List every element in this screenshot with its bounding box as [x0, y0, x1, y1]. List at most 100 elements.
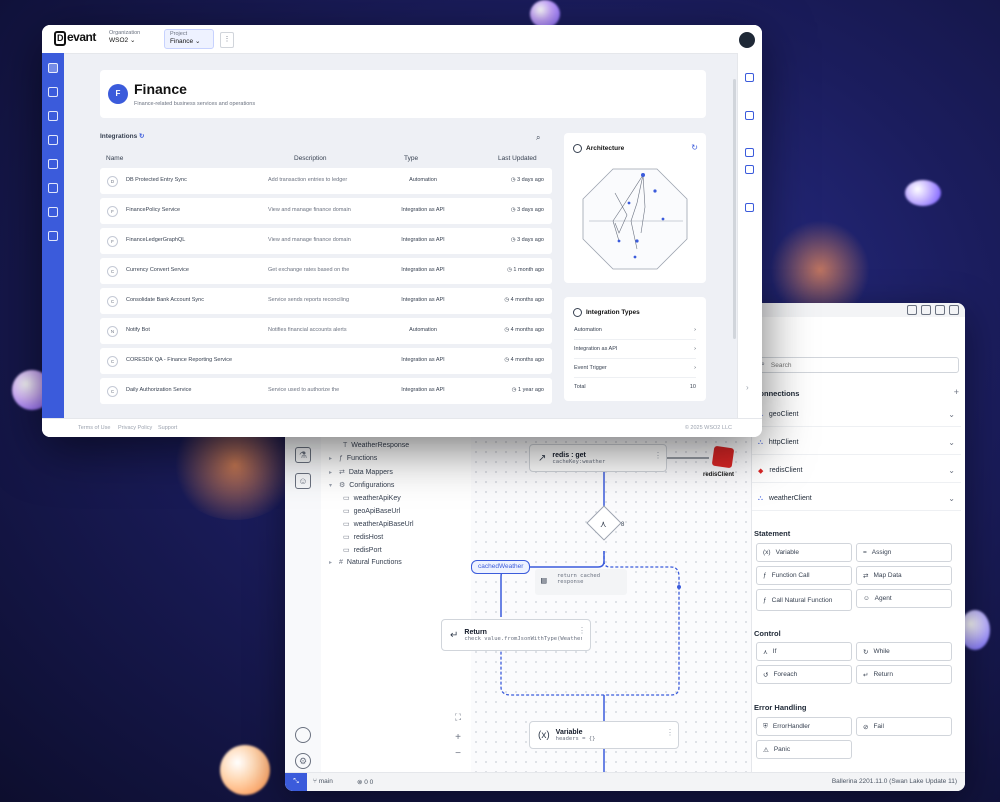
branch-status[interactable]: ⑂ main — [313, 778, 333, 785]
flask-icon[interactable]: ⚗ — [295, 447, 311, 463]
tree-item[interactable]: ▸ ⇄ Data Mappers — [329, 468, 393, 477]
connection-item[interactable]: ⛬ weatherClient ⌄ — [752, 487, 961, 511]
expand-icon[interactable]: ⋮ — [220, 32, 234, 48]
return-node[interactable]: ↵ Return check value.fromJsonWithType(Wea… — [441, 619, 591, 651]
people-icon[interactable] — [745, 73, 754, 82]
tree-item[interactable]: ▾ ⚙ Configurations — [329, 481, 394, 490]
variable-icon: (x) — [763, 549, 771, 556]
tree-item[interactable]: T WeatherResponse — [343, 442, 409, 449]
branch-label[interactable]: cachedWeather — [471, 560, 531, 574]
tree-item[interactable]: ▭ geoApiBaseUrl — [343, 507, 400, 516]
table-row[interactable]: D DB Protected Entry Sync Add transactio… — [100, 168, 552, 194]
scrollbar[interactable] — [733, 79, 736, 339]
layout-icon[interactable] — [907, 305, 917, 315]
car-icon[interactable] — [745, 165, 754, 174]
account-icon[interactable] — [295, 727, 311, 743]
layout-icon[interactable] — [935, 305, 945, 315]
foreach-icon: ↺ — [763, 671, 769, 679]
decor-orb — [905, 180, 941, 206]
chart-icon[interactable] — [48, 183, 58, 193]
map-icon: ⇄ — [863, 572, 869, 580]
people-icon[interactable] — [48, 159, 58, 169]
remote-icon[interactable]: ⤡ — [285, 773, 307, 791]
table-row[interactable]: N Notify Bot Notifies financial accounts… — [100, 318, 552, 344]
comment-node[interactable]: ▤ return cached response — [535, 569, 627, 595]
svg-text:⋏: ⋏ — [600, 520, 607, 530]
link-icon[interactable] — [48, 231, 58, 241]
table-row[interactable]: F FinanceLedgerGraphQL View and manage f… — [100, 228, 552, 254]
database-icon[interactable] — [745, 111, 754, 120]
palette-if[interactable]: ⋏ If — [756, 642, 852, 661]
chevron-down-icon: ⌄ — [129, 37, 136, 44]
tree-item[interactable]: ▭ redisPort — [343, 546, 382, 555]
storage-icon[interactable] — [745, 203, 754, 212]
type-row[interactable]: Automation › — [574, 321, 696, 340]
palette-search[interactable]: ⌕ — [756, 357, 959, 373]
search-input[interactable] — [768, 360, 923, 370]
connection-item[interactable]: ⛬ httpClient ⌄ — [752, 431, 961, 455]
add-connection-icon[interactable]: + — [954, 387, 959, 397]
status-bar: ⤡ ⑂ main ⊗ 0 0 Ballerina 2201.11.0 (Swan… — [285, 772, 965, 791]
table-row[interactable]: C CORESDK QA - Finance Reporting Service… — [100, 348, 552, 374]
palette-fail[interactable]: ⊘ Fail — [856, 717, 952, 736]
chevron-down-icon: ⌄ — [948, 494, 955, 503]
variable-node[interactable]: (x) Variable headers = {} ⋮ — [529, 721, 679, 749]
refresh-icon[interactable]: ↻ — [691, 143, 698, 152]
type-row[interactable]: Event Trigger › — [574, 359, 696, 378]
connection-item[interactable]: ⛬geoClient⌄ — [752, 403, 961, 427]
chevron-right-icon[interactable]: › — [746, 383, 749, 392]
deploy-icon[interactable] — [48, 111, 58, 121]
org-selector[interactable]: Organization WSO2 ⌄ — [104, 29, 152, 49]
connection-item[interactable]: ◆ redisClient ⌄ — [752, 459, 961, 483]
bookmark-icon[interactable] — [745, 148, 754, 157]
layout-icon[interactable] — [921, 305, 931, 315]
test-icon[interactable] — [48, 135, 58, 145]
function-icon: ƒ — [339, 455, 343, 462]
palette-natural-function[interactable]: ƒ Call Natural Function — [756, 589, 852, 611]
more-icon[interactable]: ⋮ — [654, 451, 662, 460]
palette-agent[interactable]: ☺ Agent — [856, 589, 952, 608]
project-selector[interactable]: Project Finance ⌄ — [164, 29, 214, 49]
palette-foreach[interactable]: ↺ Foreach — [756, 665, 852, 684]
table-row[interactable]: C Consolidate Bank Account Sync Service … — [100, 288, 552, 314]
tree-item[interactable]: ▸ ƒ Functions — [329, 455, 377, 462]
tree-item[interactable]: ▭ weatherApiKey — [343, 494, 401, 503]
layout-icon[interactable] — [949, 305, 959, 315]
settings-icon[interactable] — [48, 207, 58, 217]
zoom-out-icon[interactable]: − — [451, 748, 465, 762]
footer-link[interactable]: Privacy Policy — [118, 425, 152, 431]
architecture-diagram[interactable] — [575, 163, 695, 275]
palette-error-handler[interactable]: ⛨ ErrorHandler — [756, 717, 852, 736]
table-row[interactable]: C Currency Convert Service Get exchange … — [100, 258, 552, 284]
home-icon[interactable] — [48, 63, 58, 73]
palette-while[interactable]: ↻ While — [856, 642, 952, 661]
palette-return[interactable]: ↵ Return — [856, 665, 952, 684]
palette-assign[interactable]: = Assign — [856, 543, 952, 562]
table-row[interactable]: C Daily Authorization Service Service us… — [100, 378, 552, 404]
palette-panic[interactable]: ⚠ Panic — [756, 740, 852, 759]
zoom-in-icon[interactable]: + — [451, 732, 465, 746]
tree-item[interactable]: ▭ weatherApiBaseUrl — [343, 520, 414, 529]
avatar[interactable] — [738, 31, 756, 49]
redis-get-node[interactable]: ↗ redis : get cacheKey:weather ⋮ — [529, 444, 667, 472]
problems-status[interactable]: ⊗ 0 0 — [357, 778, 373, 786]
fit-view-icon[interactable]: ⛶ — [451, 712, 465, 726]
settings-icon[interactable]: ⚙ — [295, 753, 311, 769]
runtime-status[interactable]: Ballerina 2201.11.0 (Swan Lake Update 11… — [832, 778, 957, 785]
footer-link[interactable]: Terms of Use — [78, 425, 110, 431]
footer-link[interactable]: Support — [158, 425, 177, 431]
tree-item[interactable]: ▭ redisHost — [343, 533, 383, 542]
table-row[interactable]: F FinancePolicy Service View and manage … — [100, 198, 552, 224]
redis-icon[interactable] — [711, 445, 735, 469]
type-row[interactable]: Integration as API › — [574, 340, 696, 359]
tree-item[interactable]: ▸ # Natural Functions — [329, 559, 402, 566]
more-icon[interactable]: ⋮ — [578, 626, 586, 635]
palette-variable[interactable]: (x) Variable — [756, 543, 852, 562]
refresh-icon[interactable]: ↻ — [139, 133, 144, 140]
more-icon[interactable]: ⋮ — [666, 728, 674, 737]
robot-icon[interactable]: ☺ — [295, 473, 311, 489]
component-icon[interactable] — [48, 87, 58, 97]
search-icon[interactable]: ⌕ — [536, 133, 540, 143]
palette-map-data[interactable]: ⇄ Map Data — [856, 566, 952, 585]
palette-function-call[interactable]: ƒ Function Call — [756, 566, 852, 585]
